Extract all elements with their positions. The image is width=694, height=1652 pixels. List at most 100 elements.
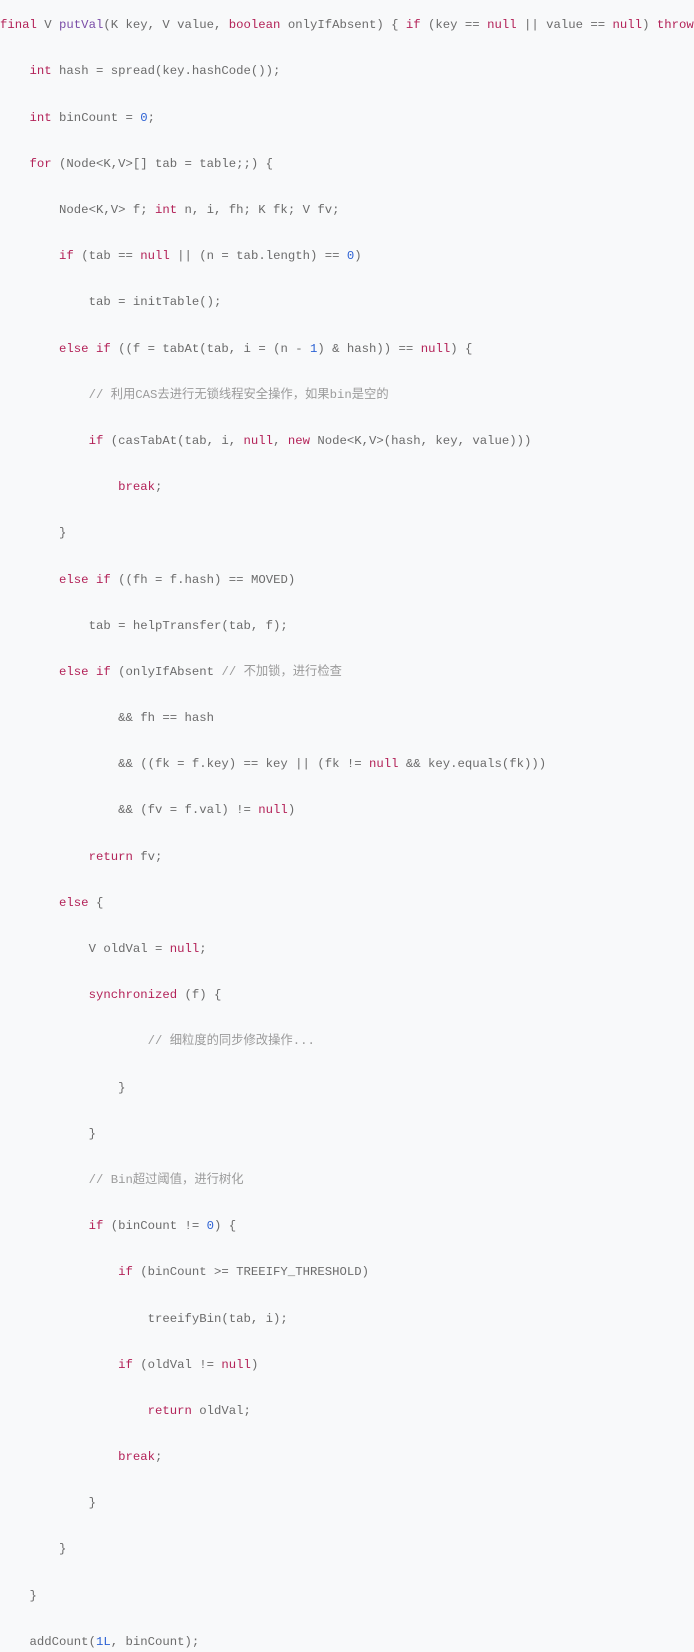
code-indent [0,1542,59,1556]
code-token-kw: else [59,665,89,679]
code-token-kw: null [140,249,170,263]
code-token-cmt: // Bin超过阈值，进行树化 [89,1173,244,1187]
code-token-kw: if [96,665,111,679]
code-token-pl: n, i, fh; K fk; V fv; [177,203,339,217]
code-line: break; [0,1446,694,1469]
code-token-fn: putVal [59,18,103,32]
code-line: if (binCount >= TREEIFY_THRESHOLD) [0,1261,694,1284]
code-line: return oldVal; [0,1400,694,1423]
code-token-pl: } [59,526,66,540]
code-token-kw: null [613,18,643,32]
code-token-pl: ((fh = f.hash) == MOVED) [111,573,295,587]
code-token-kw: null [369,757,399,771]
code-token-num: 0 [207,1219,214,1233]
code-indent [0,249,59,263]
code-indent [0,850,89,864]
code-line: // 利用CAS去进行无锁线程安全操作，如果bin是空的 [0,384,694,407]
code-line: else if (onlyIfAbsent // 不加锁，进行检查 [0,661,694,684]
code-token-kw: throw [657,18,694,32]
code-token-num: 0 [140,111,147,125]
code-token-kw: int [30,64,52,78]
code-token-pl: (key == [421,18,487,32]
code-token-kw: return [148,1404,192,1418]
code-token-kw: null [421,342,451,356]
code-line: for (Node<K,V>[] tab = table;;) { [0,153,694,176]
code-token-pl: V oldVal = [89,942,170,956]
code-token-kw: return [89,850,133,864]
code-line: V oldVal = null; [0,938,694,961]
code-token-kw: if [118,1358,133,1372]
code-line: int hash = spread(key.hashCode()); [0,60,694,83]
code-token-kw: final [0,18,37,32]
code-indent [0,1034,148,1048]
code-token-pl: onlyIfAbsent) { [280,18,405,32]
code-token-pl: ; [155,480,162,494]
code-token-pl: (onlyIfAbsent [111,665,222,679]
code-token-kw: int [155,203,177,217]
code-line: && ((fk = f.key) == key || (fk != null &… [0,753,694,776]
code-indent [0,711,118,725]
code-listing: final V putVal(K key, V value, boolean o… [0,12,694,838]
code-token-kw: if [89,1219,104,1233]
code-line: final V putVal(K key, V value, boolean o… [0,14,694,37]
code-token-kw: null [487,18,517,32]
code-token-pl: (Node<K,V>[] tab = table;;) { [52,157,273,171]
code-token-pl: hash = spread(key.hashCode()); [52,64,281,78]
code-token-pl: (tab == [74,249,140,263]
code-token-kw: null [244,434,274,448]
code-token-pl: { [89,896,104,910]
code-token-pl: Node<K,V> f; [59,203,155,217]
code-token-kw: break [118,480,155,494]
code-token-pl: (binCount >= TREEIFY_THRESHOLD) [133,1265,369,1279]
code-token-pl: ; [199,942,206,956]
code-line: int binCount = 0; [0,107,694,130]
code-token-kw: int [30,111,52,125]
code-token-pl: (casTabAt(tab, i, [103,434,243,448]
code-indent [0,1635,30,1649]
code-line: treeifyBin(tab, i); [0,1308,694,1331]
code-token-pl: ) [354,249,361,263]
code-token-pl: || (n = tab.length) == [170,249,347,263]
code-token-pl: } [59,1542,66,1556]
code-indent [0,1173,89,1187]
code-token-pl: , [273,434,288,448]
code-line: Node<K,V> f; int n, i, fh; K fk; V fv; [0,199,694,222]
code-indent [0,1404,148,1418]
code-line: if (binCount != 0) { [0,1215,694,1238]
code-token-cmt: // 细粒度的同步修改操作... [148,1034,315,1048]
code-indent [0,1450,118,1464]
code-token-kw: for [30,157,52,171]
code-line: && fh == hash [0,707,694,730]
code-token-pl [89,573,96,587]
code-indent [0,1358,118,1372]
code-token-kw: if [96,342,111,356]
code-line: // 细粒度的同步修改操作... [0,1030,694,1053]
code-indent [0,1496,89,1510]
code-token-pl: treeifyBin(tab, i); [148,1312,288,1326]
code-token-pl: (binCount != [103,1219,206,1233]
code-token-pl: (f) { [177,988,221,1002]
code-token-kw: synchronized [89,988,178,1002]
code-line: else if ((fh = f.hash) == MOVED) [0,569,694,592]
code-indent [0,1312,148,1326]
code-token-kw: null [170,942,200,956]
code-line: return fv; [0,846,694,869]
code-line: // Bin超过阈值，进行树化 [0,1169,694,1192]
code-token-pl: oldVal; [192,1404,251,1418]
code-token-kw: break [118,1450,155,1464]
code-token-pl: || value == [517,18,613,32]
code-token-pl: addCount( [30,1635,96,1649]
code-line: } [0,1585,694,1608]
code-line: if (casTabAt(tab, i, null, new Node<K,V>… [0,430,694,453]
code-line: if (oldVal != null) [0,1354,694,1377]
code-token-kw: boolean [229,18,281,32]
code-token-pl: ((f = tabAt(tab, i = (n - [111,342,310,356]
code-line: break; [0,476,694,499]
code-token-kw: null [221,1358,251,1372]
code-line: && (fv = f.val) != null) [0,799,694,822]
code-token-pl: (K key, V value, [103,18,228,32]
code-token-pl: } [89,1127,96,1141]
code-token-kw: if [406,18,421,32]
code-line: else if ((f = tabAt(tab, i = (n - 1) & h… [0,338,694,361]
code-token-pl: ) [288,803,295,817]
